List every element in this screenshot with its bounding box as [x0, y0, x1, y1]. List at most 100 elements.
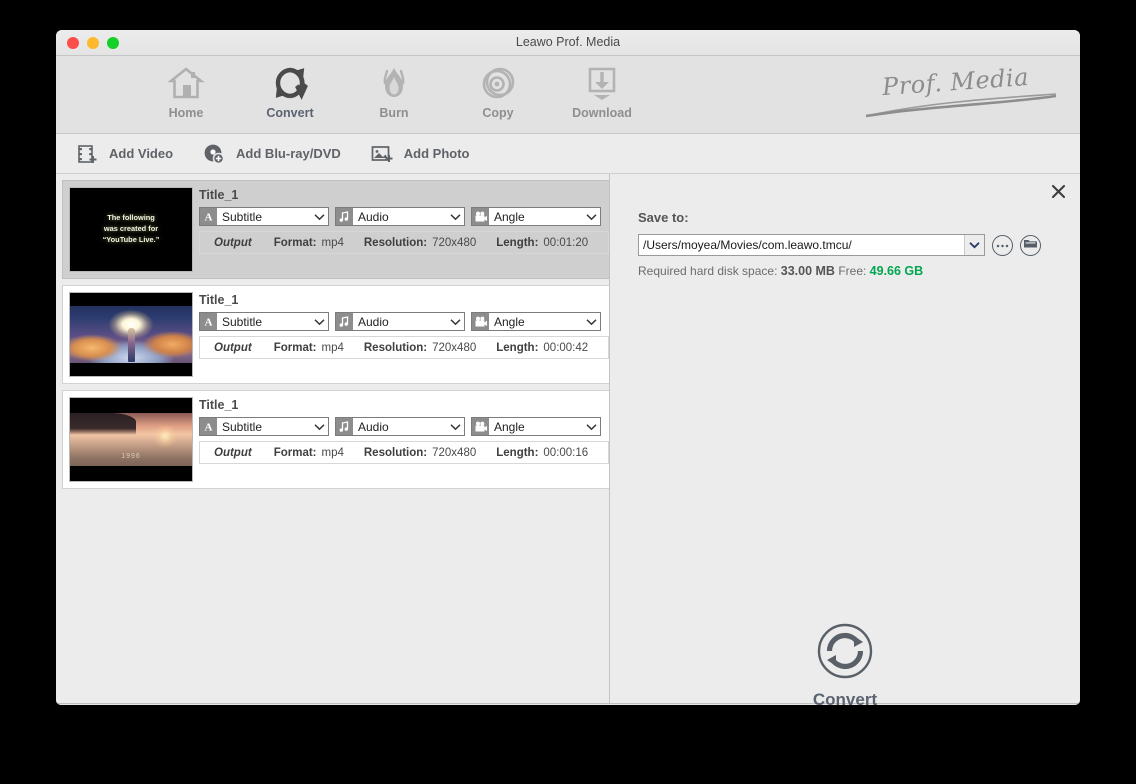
free-value: 49.66 GB — [869, 264, 924, 278]
angle-select[interactable]: Angle — [471, 207, 601, 226]
convert-button-label: Convert — [812, 690, 878, 705]
format-key: Format: — [273, 446, 317, 459]
length-value: 00:00:42 — [543, 341, 589, 354]
size-key: Size: — [608, 237, 609, 249]
audio-value: Audio — [358, 314, 389, 329]
table-row[interactable]: Title_1 A Subtitle Audio Angle Output Fo… — [62, 285, 609, 384]
format-key: Format: — [273, 236, 317, 249]
add-bluray-dvd-label: Add Blu-ray/DVD — [236, 146, 341, 161]
item-title: Title_1 — [199, 188, 239, 202]
media-list[interactable]: The following was created for “YouTube Liv… — [56, 174, 610, 703]
save-path-value: /Users/moyea/Movies/com.leawo.tmcu/ — [643, 238, 852, 252]
table-row[interactable]: 1996 Title_1 A Subtitle Audio Angle Outp… — [62, 390, 609, 489]
window-title: Leawo Prof. Media — [515, 35, 621, 49]
item-title: Title_1 — [199, 293, 239, 307]
chevron-down-icon — [447, 423, 464, 431]
convert-circle-icon — [816, 622, 874, 685]
chevron-down-icon — [583, 318, 600, 326]
download-icon — [550, 62, 654, 104]
format-key: Format: — [273, 341, 317, 354]
table-row[interactable]: The following was created for “YouTube Liv… — [62, 180, 609, 279]
angle-value: Angle — [494, 419, 525, 434]
toolbar-item-home[interactable]: Home — [134, 62, 238, 120]
angle-select[interactable]: Angle — [471, 312, 601, 331]
audio-value: Audio — [358, 209, 389, 224]
resolution-key: Resolution: — [363, 446, 428, 459]
chevron-down-icon — [311, 318, 328, 326]
subtitle-select[interactable]: A Subtitle — [199, 207, 329, 226]
camera-angle-icon — [472, 208, 489, 225]
output-info-row[interactable]: Output Format: mp4 Resolution: 720x480 L… — [199, 231, 609, 254]
subtitle-value: Subtitle — [222, 419, 263, 434]
add-video-button[interactable]: Add Video — [74, 139, 173, 169]
window-titlebar: Leawo Prof. Media — [56, 30, 1080, 56]
chevron-down-icon — [583, 213, 600, 221]
disc-plus-icon — [201, 143, 227, 165]
add-photo-label: Add Photo — [403, 146, 470, 161]
angle-value: Angle — [494, 314, 525, 329]
resolution-key: Resolution: — [363, 236, 428, 249]
video-thumbnail[interactable]: The following was created for “YouTube Liv… — [69, 187, 193, 272]
convert-settings-panel: Save to: /Users/moyea/Movies/com.leawo.t… — [610, 174, 1080, 705]
convert-button[interactable]: Convert — [610, 622, 1080, 705]
video-thumbnail[interactable] — [69, 292, 193, 377]
angle-value: Angle — [494, 209, 525, 224]
audio-note-icon — [336, 208, 353, 225]
audio-value: Audio — [358, 419, 389, 434]
thumbnail-caption: The following was created for “YouTube Liv… — [102, 213, 160, 244]
toolbar-label-convert: Convert — [266, 106, 314, 120]
video-thumbnail[interactable]: 1996 — [69, 397, 193, 482]
close-panel-button[interactable] — [1046, 182, 1070, 206]
svg-text:A: A — [205, 212, 213, 224]
disk-space-info: Required hard disk space: 33.00 MB Free:… — [638, 264, 923, 278]
chevron-down-icon — [311, 213, 328, 221]
output-label: Output — [214, 446, 252, 459]
toolbar-item-copy[interactable]: Copy — [446, 62, 550, 120]
output-info-row[interactable]: Output Format: mp4 Resolution: 720x480 L… — [199, 441, 609, 464]
length-value: 00:00:16 — [543, 446, 589, 459]
chevron-down-icon — [447, 213, 464, 221]
svg-text:A: A — [205, 317, 213, 329]
length-key: Length: — [496, 341, 539, 354]
subtitle-icon: A — [200, 418, 217, 435]
audio-select[interactable]: Audio — [335, 207, 465, 226]
camera-angle-icon — [472, 418, 489, 435]
subtitle-icon: A — [200, 313, 217, 330]
output-info-row[interactable]: Output Format: mp4 Resolution: 720x480 L… — [199, 336, 609, 359]
subtitle-select[interactable]: A Subtitle — [199, 417, 329, 436]
toolbar-label-burn: Burn — [379, 106, 409, 120]
toolbar-label-download: Download — [572, 106, 632, 120]
audio-select[interactable]: Audio — [335, 312, 465, 331]
save-to-label: Save to: — [638, 210, 689, 225]
length-key: Length: — [496, 236, 539, 249]
output-label: Output — [214, 236, 252, 249]
resolution-value: 720x480 — [432, 446, 477, 459]
save-path-input[interactable]: /Users/moyea/Movies/com.leawo.tmcu/ — [638, 234, 985, 256]
audio-select[interactable]: Audio — [335, 417, 465, 436]
angle-select[interactable]: Angle — [471, 417, 601, 436]
format-value: mp4 — [321, 341, 344, 354]
add-video-label: Add Video — [109, 146, 174, 161]
more-options-button[interactable] — [992, 234, 1013, 256]
toolbar-label-copy: Copy — [482, 106, 514, 120]
add-photo-button[interactable]: Add Photo — [369, 139, 470, 169]
browse-folder-button[interactable] — [1020, 234, 1041, 256]
subtitle-select[interactable]: A Subtitle — [199, 312, 329, 331]
resolution-value: 720x480 — [432, 236, 477, 249]
convert-icon — [238, 62, 342, 104]
size-key: Size: — [608, 447, 609, 459]
close-icon — [1051, 184, 1066, 204]
content-area: The following was created for “YouTube Liv… — [56, 174, 1080, 705]
space-label: Required hard disk space: — [638, 264, 778, 278]
size-key: Size: — [608, 342, 609, 354]
toolbar-item-download[interactable]: Download — [550, 62, 654, 120]
add-bluray-dvd-button[interactable]: Add Blu-ray/DVD — [201, 139, 341, 169]
film-plus-icon — [74, 143, 100, 165]
chevron-down-icon[interactable] — [964, 235, 984, 255]
chevron-down-icon — [583, 423, 600, 431]
chevron-down-icon — [311, 423, 328, 431]
subtitle-value: Subtitle — [222, 314, 263, 329]
space-value: 33.00 MB — [780, 264, 835, 278]
toolbar-item-convert[interactable]: Convert — [238, 62, 342, 120]
toolbar-item-burn[interactable]: Burn — [342, 62, 446, 120]
